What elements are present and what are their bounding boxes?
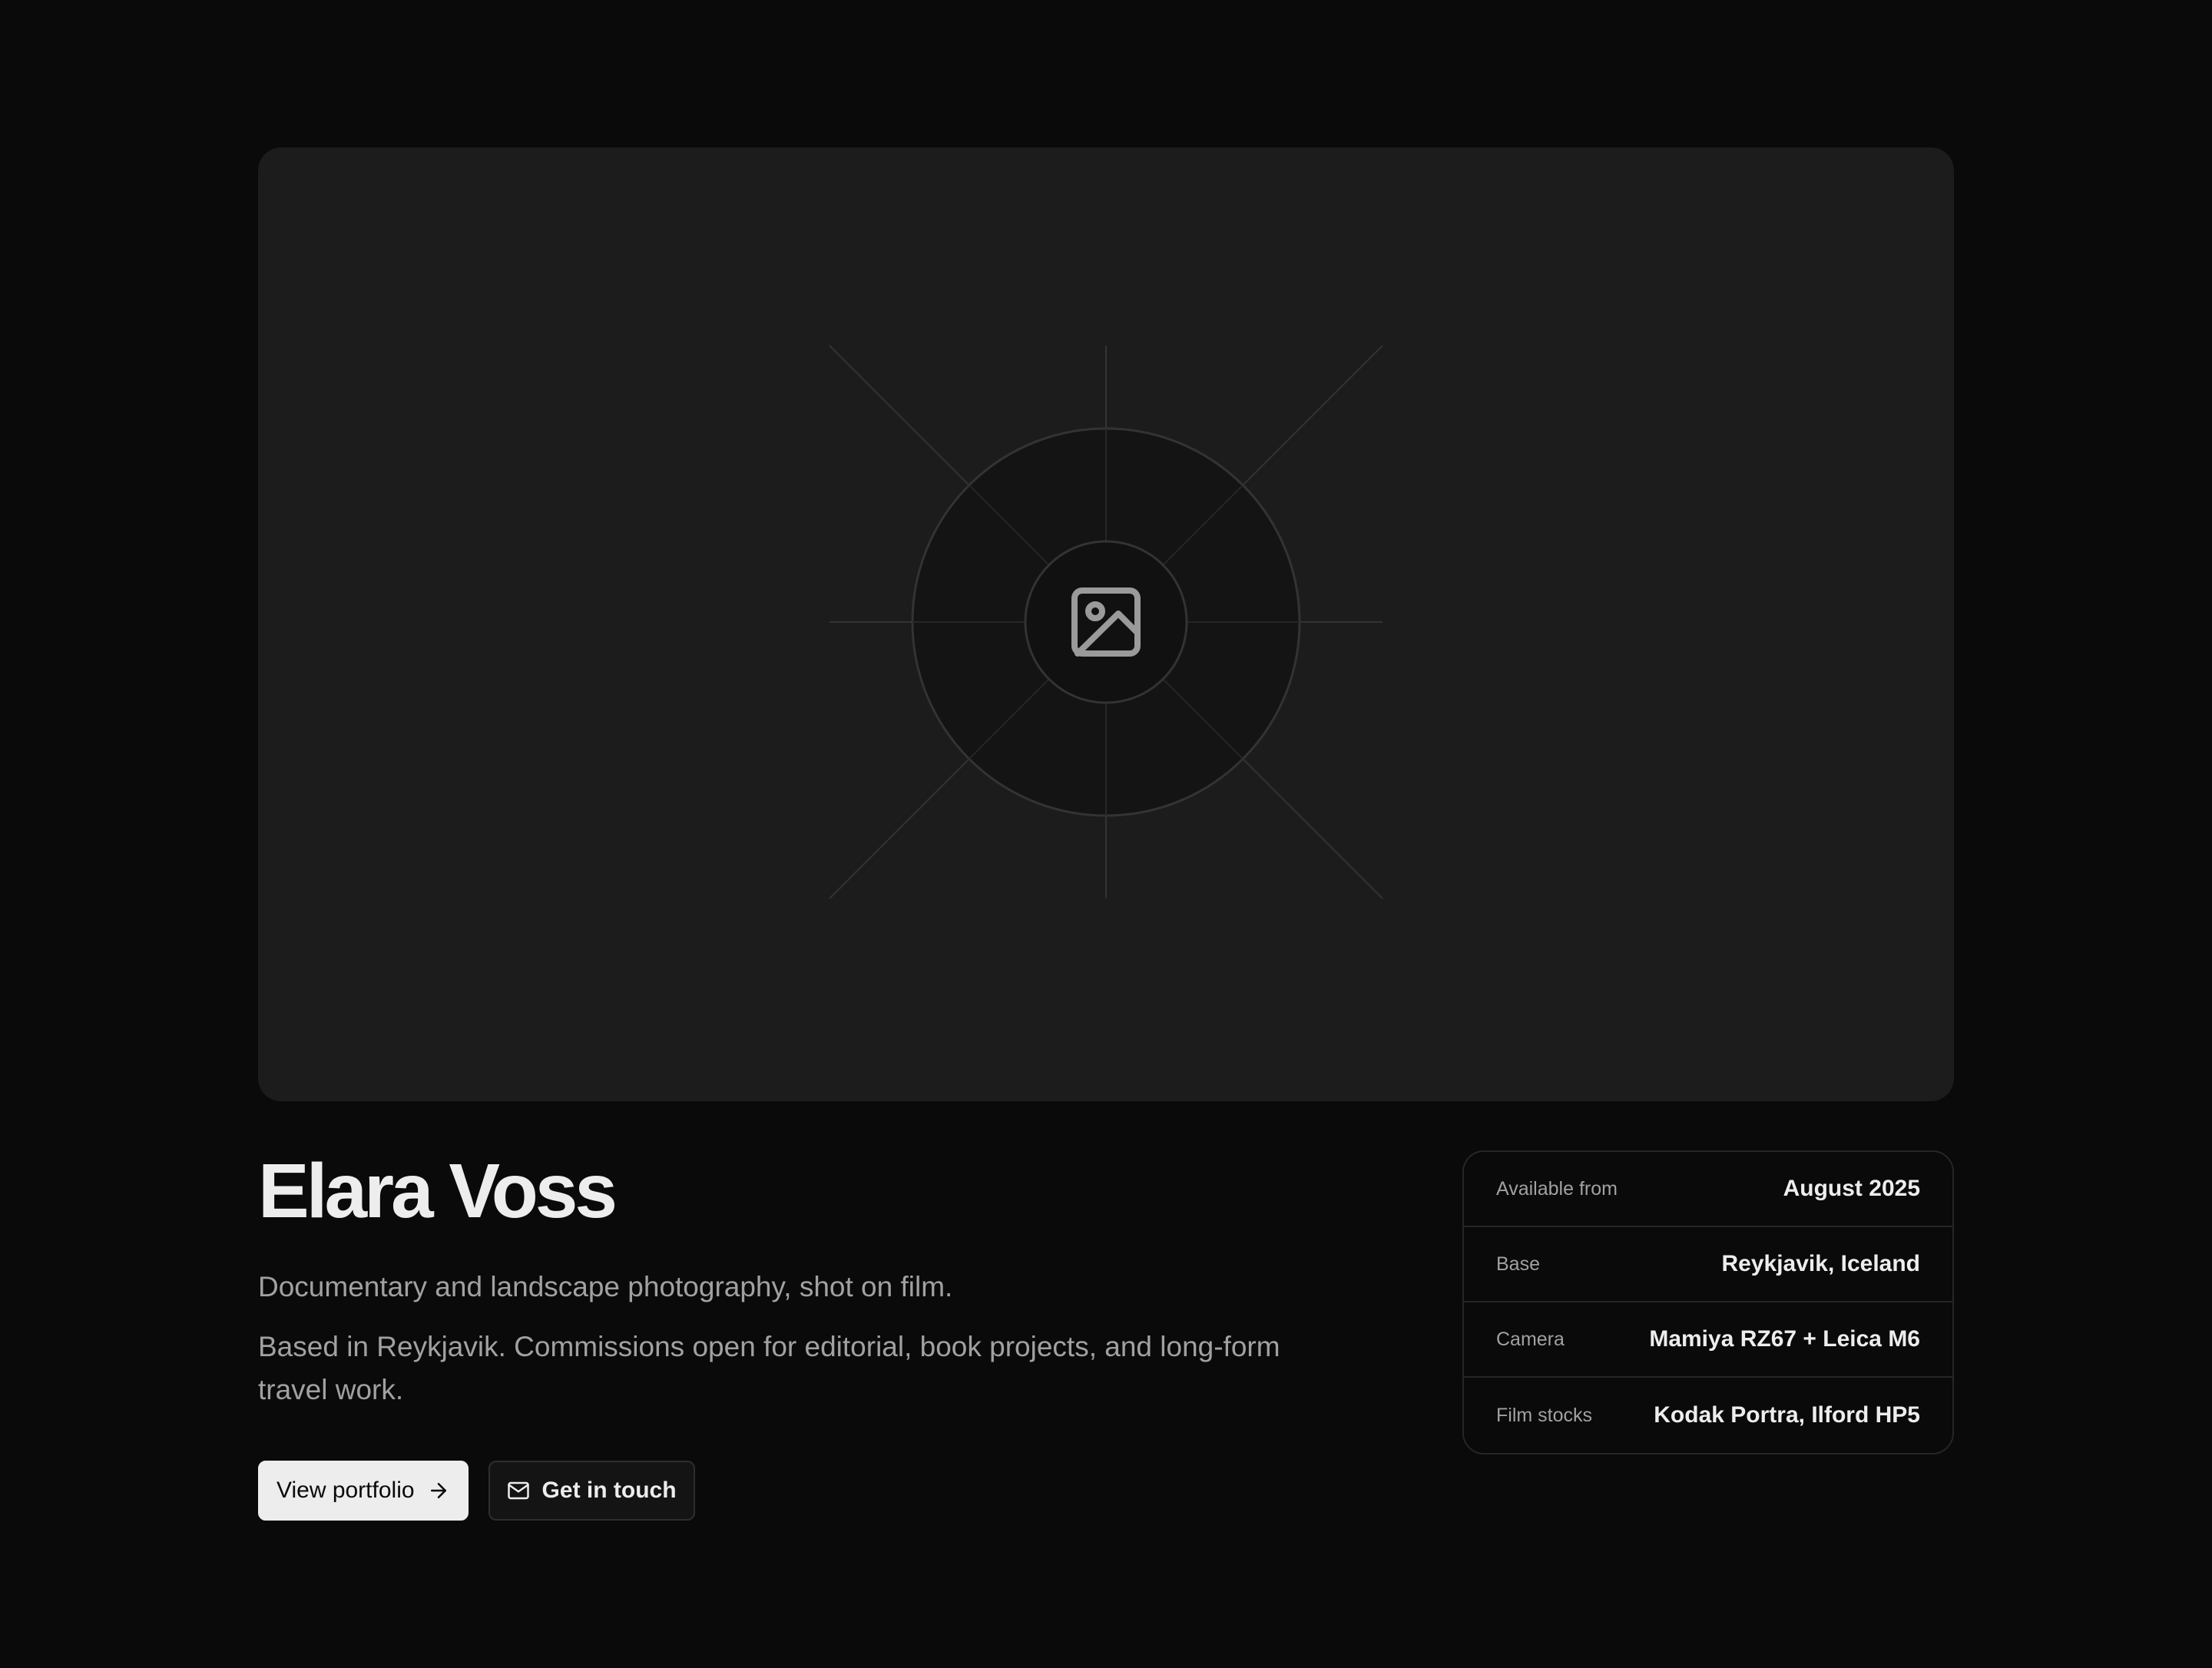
detail-label: Film stocks <box>1496 1404 1592 1426</box>
detail-label: Camera <box>1496 1328 1565 1350</box>
detail-row-film-stocks: Film stocks Kodak Portra, Ilford HP5 <box>1464 1378 1952 1453</box>
detail-label: Available from <box>1496 1177 1618 1200</box>
get-in-touch-button[interactable]: Get in touch <box>488 1461 695 1521</box>
view-portfolio-button[interactable]: View portfolio <box>258 1461 469 1521</box>
details-card: Available from August 2025 Base Reykjavi… <box>1462 1150 1954 1455</box>
detail-row-base: Base Reykjavik, Iceland <box>1464 1227 1952 1302</box>
view-portfolio-label: View portfolio <box>276 1478 415 1503</box>
detail-label: Base <box>1496 1253 1540 1275</box>
profile-info: Elara Voss Documentary and landscape pho… <box>258 1149 1379 1521</box>
profile-description: Based in Reykjavik. Commissions open for… <box>258 1331 1280 1405</box>
profile-name: Elara Voss <box>258 1148 618 1234</box>
action-buttons: View portfolio Get in touch <box>258 1461 1379 1521</box>
profile-tagline: Documentary and landscape photography, s… <box>258 1271 953 1302</box>
detail-value: August 2025 <box>1783 1176 1920 1201</box>
hero-graphic <box>829 345 1383 899</box>
get-in-touch-label: Get in touch <box>541 1478 677 1503</box>
detail-value: Reykjavik, Iceland <box>1721 1251 1921 1276</box>
mail-icon <box>507 1481 529 1500</box>
detail-value: Kodak Portra, Ilford HP5 <box>1654 1402 1920 1428</box>
profile-page: Elara Voss Documentary and landscape pho… <box>0 0 2212 1668</box>
detail-value: Mamiya RZ67 + Leica M6 <box>1649 1326 1920 1352</box>
arrow-right-icon <box>430 1483 446 1498</box>
hero-image-placeholder <box>258 147 1954 1101</box>
detail-row-camera: Camera Mamiya RZ67 + Leica M6 <box>1464 1302 1952 1378</box>
detail-row-available-from: Available from August 2025 <box>1464 1152 1952 1227</box>
